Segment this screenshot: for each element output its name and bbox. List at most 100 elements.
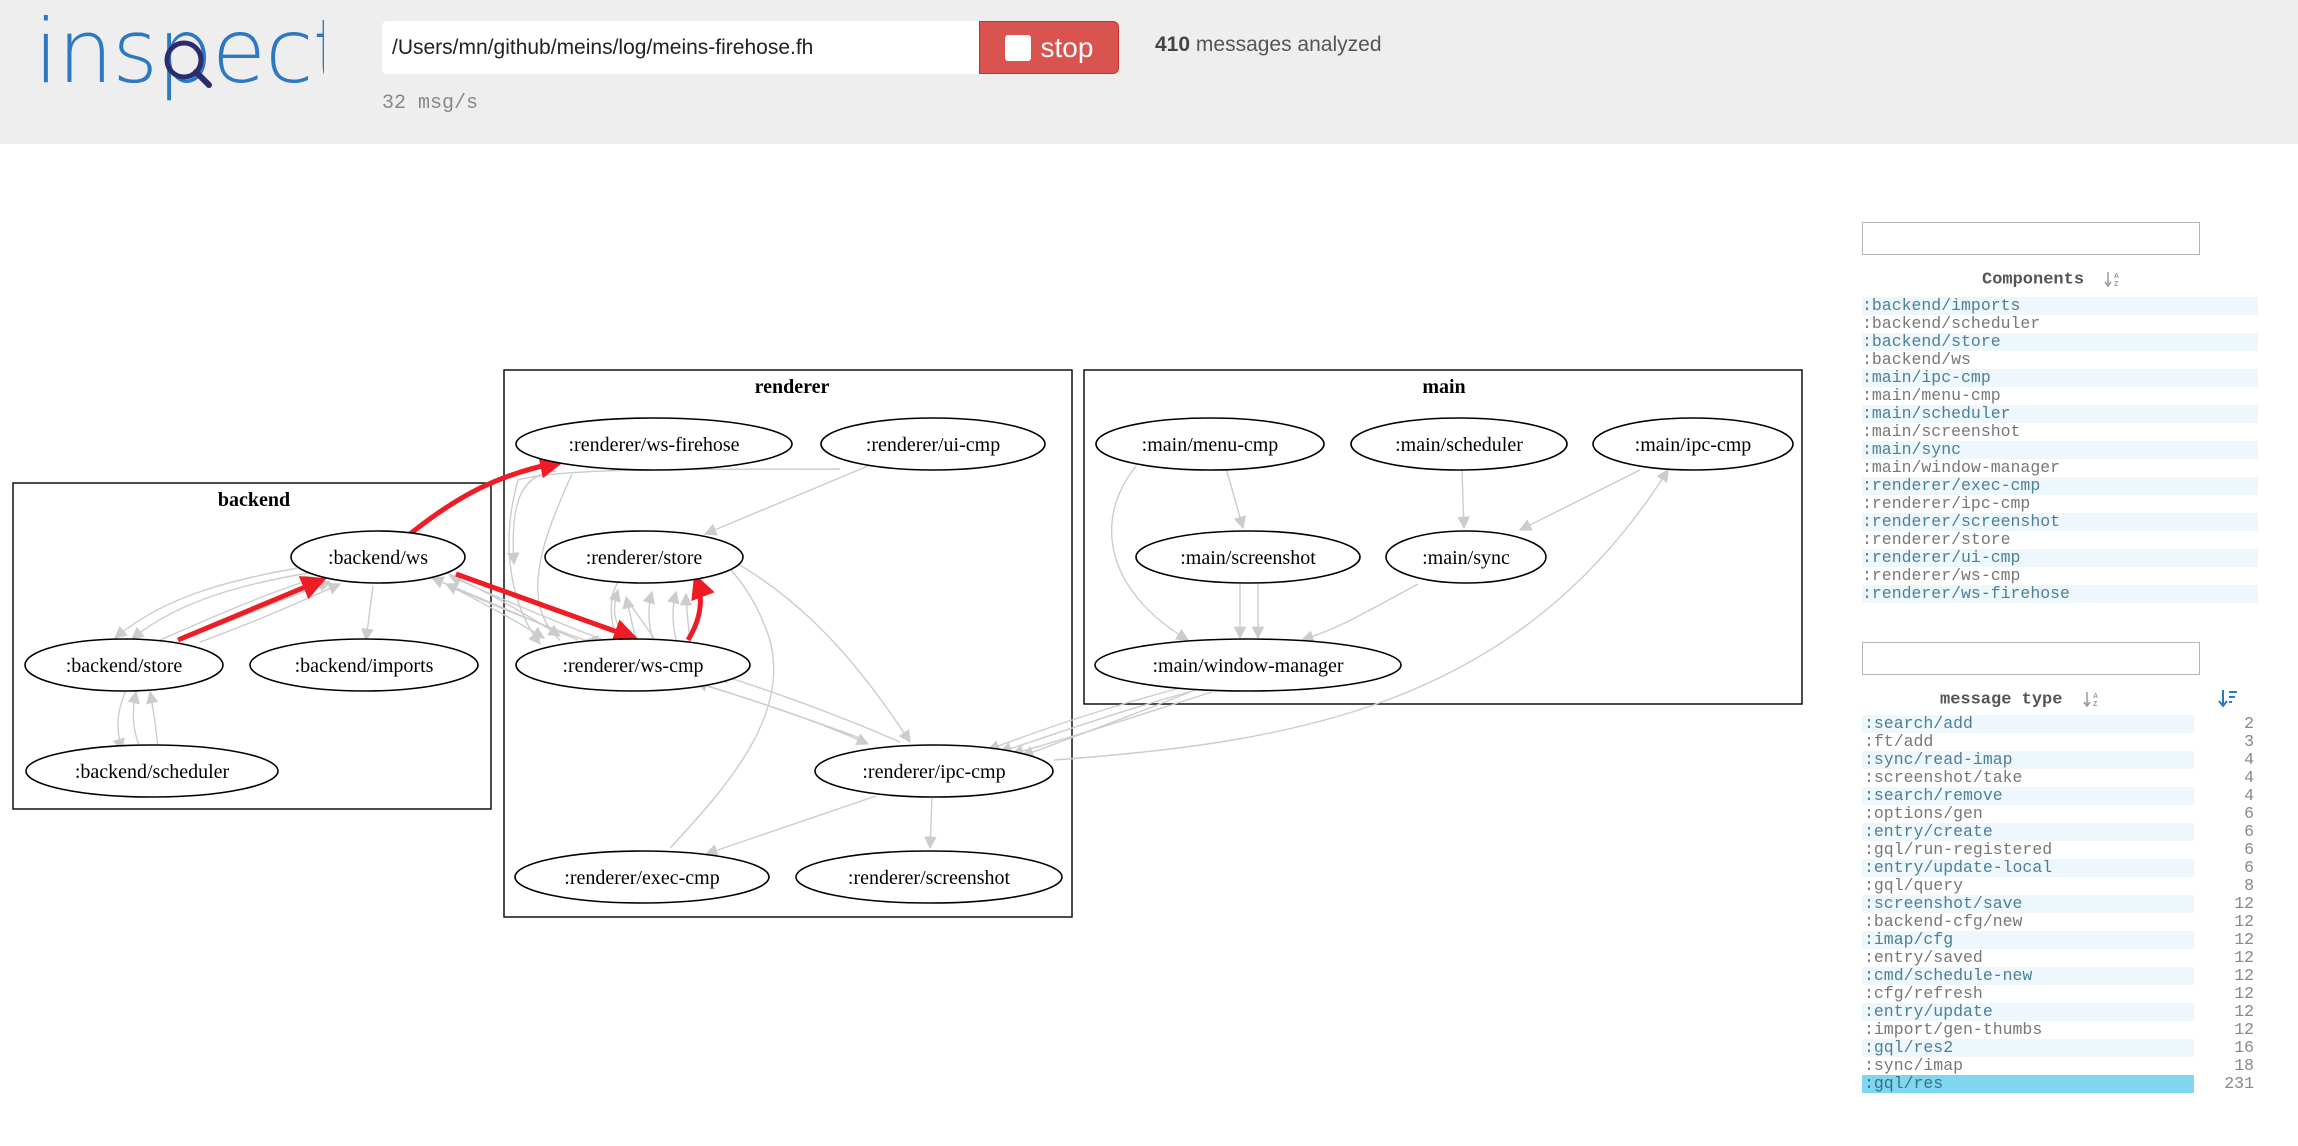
message-type-item[interactable]: :gql/res 231 [1862, 1075, 2254, 1093]
graph-node[interactable]: :backend/ws [290, 530, 466, 584]
graph-node[interactable]: :renderer/ws-firehose [515, 417, 793, 471]
svg-text:Z: Z [2093, 701, 2098, 708]
component-item[interactable]: :renderer/screenshot [1862, 513, 2258, 531]
message-type-item[interactable]: :gql/query 8 [1862, 877, 2254, 895]
edge-highlight [177, 576, 327, 643]
edge [703, 465, 869, 536]
message-type-count: 6 [2244, 822, 2254, 841]
component-item[interactable]: :renderer/exec-cmp [1862, 477, 2258, 495]
component-item[interactable]: :backend/store [1862, 333, 2258, 351]
message-type-count: 16 [2234, 1038, 2254, 1057]
edge [159, 575, 318, 641]
graph-node[interactable]: :renderer/ui-cmp [820, 417, 1046, 471]
component-item[interactable]: :main/screenshot [1862, 423, 2258, 441]
message-type-count: 12 [2234, 966, 2254, 985]
message-type-filter-input[interactable] [1862, 642, 2200, 675]
graph-node[interactable]: :main/scheduler [1350, 417, 1568, 471]
component-item[interactable]: :backend/scheduler [1862, 315, 2258, 333]
node-label: :renderer/ipc-cmp [862, 761, 1005, 783]
components-filter-input[interactable] [1862, 222, 2200, 255]
edge [667, 590, 680, 641]
message-type-item[interactable]: :sync/imap 18 [1862, 1057, 2254, 1075]
node-label: :main/scheduler [1395, 434, 1523, 456]
message-type-item[interactable]: :entry/update-local 6 [1862, 859, 2254, 877]
components-header: Components A Z [1982, 270, 2120, 289]
sort-alpha-icon[interactable]: A Z [2104, 270, 2120, 288]
node-label: :main/screenshot [1180, 547, 1316, 569]
message-type-item[interactable]: :search/remove 4 [1862, 787, 2254, 805]
component-item[interactable]: :renderer/ws-cmp [1862, 567, 2258, 585]
messages-count: 410 [1155, 33, 1191, 56]
message-type-name: :entry/saved [1864, 948, 1983, 967]
svg-text:A: A [2093, 693, 2098, 700]
log-path-input[interactable] [382, 21, 980, 74]
message-type-item[interactable]: :entry/saved 12 [1862, 949, 2254, 967]
graph-node[interactable]: :renderer/ipc-cmp [814, 744, 1054, 798]
message-type-count: 12 [2234, 912, 2254, 931]
component-item[interactable]: :backend/ws [1862, 351, 2258, 369]
message-type-item[interactable]: :gql/run-registered 6 [1862, 841, 2254, 859]
stop-button[interactable]: stop [979, 21, 1119, 74]
message-type-item[interactable]: :ft/add 3 [1862, 733, 2254, 751]
message-type-item[interactable]: :cmd/schedule-new 12 [1862, 967, 2254, 985]
message-type-count: 12 [2234, 948, 2254, 967]
message-type-item[interactable]: :screenshot/save 12 [1862, 895, 2254, 913]
node-label: :main/window-manager [1152, 655, 1343, 677]
message-type-count: 4 [2244, 768, 2254, 787]
graph-node[interactable]: :renderer/ws-cmp [515, 638, 751, 692]
component-item[interactable]: :main/menu-cmp [1862, 387, 2258, 405]
graph-node[interactable]: :renderer/exec-cmp [514, 850, 770, 904]
inspect-logo: inspect [34, 10, 324, 103]
svg-text:Z: Z [2114, 281, 2119, 288]
components-list: :backend/imports:backend/scheduler:backe… [1862, 297, 2258, 603]
component-item[interactable]: :renderer/store [1862, 531, 2258, 549]
node-label: :main/sync [1422, 547, 1510, 569]
message-type-item[interactable]: :search/add 2 [1862, 715, 2254, 733]
graph-node[interactable]: :main/window-manager [1094, 638, 1402, 692]
message-type-item[interactable]: :options/gen 6 [1862, 805, 2254, 823]
component-item[interactable]: :renderer/ipc-cmp [1862, 495, 2258, 513]
component-item[interactable]: :main/window-manager [1862, 459, 2258, 477]
edge [114, 563, 321, 639]
message-type-item[interactable]: :backend-cfg/new 12 [1862, 913, 2254, 931]
message-type-name: :search/remove [1862, 787, 2194, 805]
message-type-name: :ft/add [1864, 732, 1934, 751]
edge-highlight [408, 453, 565, 536]
message-type-name: :gql/res [1862, 1075, 2194, 1093]
messages-analyzed-label: messages analyzed [1195, 33, 1382, 56]
graph-node[interactable]: :backend/scheduler [25, 744, 279, 798]
message-type-name: :entry/update [1862, 1003, 2194, 1021]
component-item[interactable]: :main/sync [1862, 441, 2258, 459]
message-types-list: :search/add 2:ft/add 3:sync/read-imap 4:scr… [1862, 715, 2254, 1093]
graph-node[interactable]: :main/screenshot [1135, 530, 1361, 584]
component-item[interactable]: :main/ipc-cmp [1862, 369, 2258, 387]
message-type-item[interactable]: :sync/read-imap 4 [1862, 751, 2254, 769]
message-type-item[interactable]: :entry/update 12 [1862, 1003, 2254, 1021]
message-type-count: 12 [2234, 930, 2254, 949]
graph-node[interactable]: :renderer/store [544, 530, 744, 584]
node-label: :main/menu-cmp [1142, 434, 1279, 456]
message-type-item[interactable]: :imap/cfg 12 [1862, 931, 2254, 949]
component-item[interactable]: :renderer/ws-firehose [1862, 585, 2258, 603]
message-type-item[interactable]: :import/gen-thumbs 12 [1862, 1021, 2254, 1039]
message-type-item[interactable]: :gql/res2 16 [1862, 1039, 2254, 1057]
cluster-label-renderer: renderer [755, 376, 830, 398]
component-item[interactable]: :backend/imports [1862, 297, 2258, 315]
component-item[interactable]: :renderer/ui-cmp [1862, 549, 2258, 567]
sort-count-icon[interactable] [2218, 688, 2238, 708]
graph-node[interactable]: :backend/imports [249, 638, 479, 692]
graph-node[interactable]: :main/menu-cmp [1095, 417, 1325, 471]
graph-node[interactable]: :main/ipc-cmp [1592, 417, 1794, 471]
message-type-count: 3 [2244, 732, 2254, 751]
component-item[interactable]: :main/scheduler [1862, 405, 2258, 423]
graph-node[interactable]: :main/sync [1385, 530, 1547, 584]
message-type-item[interactable]: :entry/create 6 [1862, 823, 2254, 841]
message-type-name: :gql/run-registered [1864, 840, 2053, 859]
graph-node[interactable]: :renderer/screenshot [795, 850, 1063, 904]
sort-alpha-icon[interactable]: A Z [2083, 690, 2099, 708]
cluster-label-main: main [1422, 376, 1465, 398]
message-type-item[interactable]: :screenshot/take 4 [1862, 769, 2254, 787]
message-type-name: :import/gen-thumbs [1864, 1020, 2043, 1039]
graph-node[interactable]: :backend/store [24, 638, 224, 692]
message-type-item[interactable]: :cfg/refresh 12 [1862, 985, 2254, 1003]
